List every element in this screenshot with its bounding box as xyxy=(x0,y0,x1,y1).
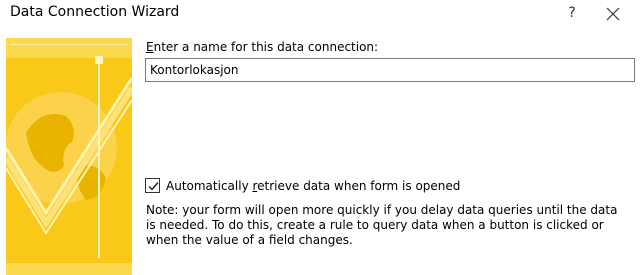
close-button[interactable] xyxy=(596,1,630,27)
checkmark-icon xyxy=(148,182,159,191)
checkbox-label-post: etrieve data when form is opened xyxy=(257,179,461,193)
connection-name-label: Enter a name for this data connection: xyxy=(146,40,378,54)
window-title: Data Connection Wizard xyxy=(10,4,180,20)
checkbox-label-pre: Automatically xyxy=(166,179,253,193)
title-bar: Data Connection Wizard ? xyxy=(0,0,640,30)
auto-retrieve-checkbox[interactable] xyxy=(145,178,160,193)
connection-name-input[interactable] xyxy=(145,58,635,82)
performance-note: Note: your form will open more quickly i… xyxy=(146,203,618,247)
help-button[interactable]: ? xyxy=(560,1,584,25)
auto-retrieve-label[interactable]: Automatically retrieve data when form is… xyxy=(166,179,460,193)
close-icon xyxy=(606,7,620,21)
wizard-side-graphic xyxy=(6,38,132,275)
label-text: nter a name for this data connection: xyxy=(153,40,379,54)
globe-check-artwork-icon xyxy=(6,38,132,275)
label-accelerator: E xyxy=(146,40,154,54)
